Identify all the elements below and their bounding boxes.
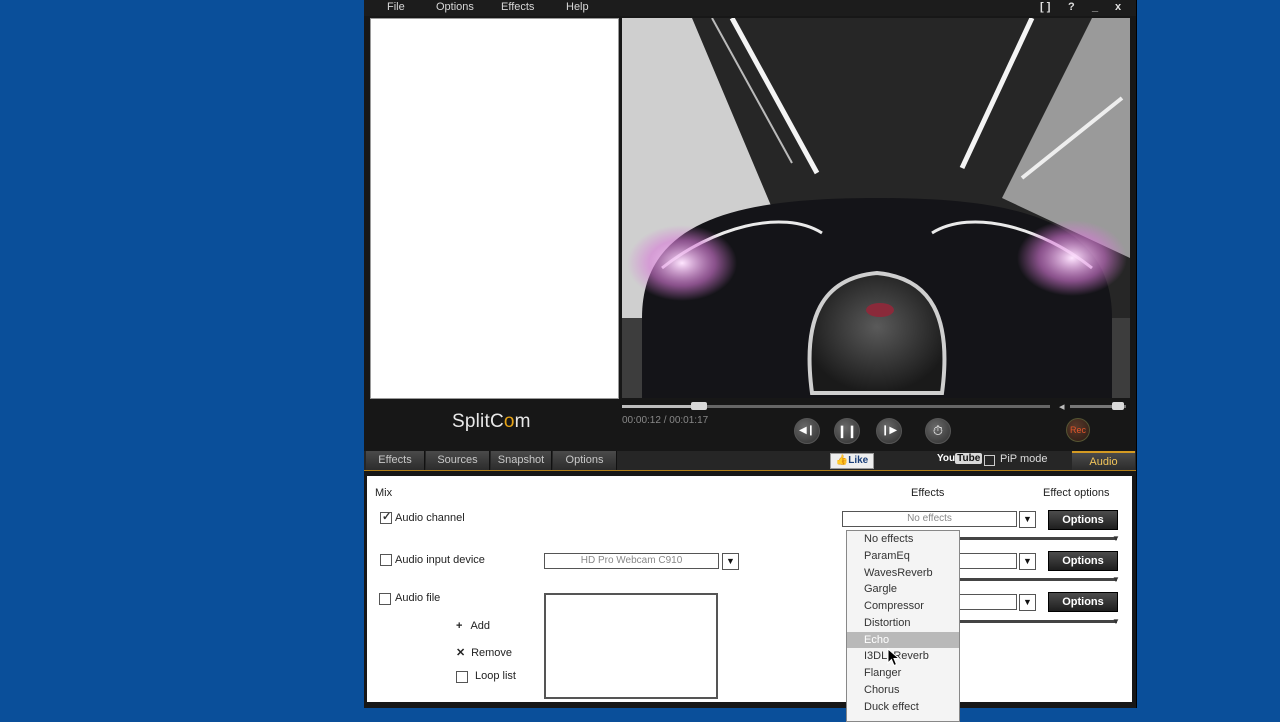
audio-file-checkbox[interactable] <box>379 593 391 605</box>
tab-sources[interactable]: Sources <box>426 451 490 470</box>
minimize-button[interactable]: _ <box>1092 1 1098 13</box>
seek-fill <box>622 405 700 408</box>
dropdown-option[interactable]: Distortion <box>847 615 959 632</box>
menu-effects[interactable]: Effects <box>501 1 534 13</box>
audio-file-label: Audio file <box>395 592 441 604</box>
remove-label: Remove <box>471 647 513 659</box>
record-button[interactable]: Rec <box>1066 418 1090 442</box>
like-label: Like <box>848 455 869 466</box>
loop-list-checkbox[interactable] <box>456 671 468 683</box>
audio-input-options-button[interactable]: Options <box>1048 551 1118 571</box>
volume-handle[interactable] <box>1111 402 1124 410</box>
audio-file-options-button[interactable]: Options <box>1048 592 1118 612</box>
logo-text-c: C <box>489 411 504 432</box>
sources-preview-panel <box>370 18 619 399</box>
audio-channel-checkbox[interactable] <box>380 510 392 524</box>
audio-input-device-checkbox[interactable] <box>380 554 392 566</box>
youtube-you: You <box>937 453 956 464</box>
effects-header: Effects <box>911 487 945 499</box>
snapshot-timer-icon[interactable]: ⏱ <box>925 418 951 444</box>
previous-frame-button[interactable]: ◀❙ <box>794 418 820 444</box>
dropdown-option[interactable]: Flanger <box>847 665 959 682</box>
splitcam-logo: SplitCom <box>452 411 531 433</box>
chevron-down-icon[interactable]: ▼ <box>1019 511 1036 528</box>
seek-bar[interactable] <box>622 402 1050 410</box>
menu-help[interactable]: Help <box>566 1 589 13</box>
splitcam-window: File Options Effects Help [ ] ? _ x Spli… <box>364 0 1137 722</box>
tab-effects[interactable]: Effects <box>366 451 425 470</box>
bottom-tab-bar: Effects Sources Snapshot Options 👍Like Y… <box>364 451 1136 471</box>
remove-button[interactable]: ✕ Remove <box>456 646 512 659</box>
pip-mode-checkbox[interactable] <box>984 455 995 466</box>
separator <box>957 578 1117 581</box>
plus-icon: + <box>456 620 463 632</box>
fullscreen-button[interactable]: [ ] <box>1040 1 1050 13</box>
chevron-down-icon[interactable]: ▼ <box>1019 553 1036 570</box>
tab-options[interactable]: Options <box>553 451 617 470</box>
menu-bar: File Options Effects Help [ ] ? _ x <box>364 0 1136 16</box>
separator <box>957 537 1117 540</box>
collapse-icon: ▼ <box>1112 534 1120 543</box>
mouse-cursor-icon <box>887 648 901 667</box>
separator <box>957 620 1117 623</box>
audio-input-device-label: Audio input device <box>395 554 485 566</box>
pause-button[interactable]: ❙❙ <box>834 418 860 444</box>
audio-channel-effect-select[interactable]: No effects <box>842 511 1017 527</box>
dropdown-option[interactable]: I3DL2Reverb <box>847 648 959 665</box>
dropdown-option-selected[interactable]: Echo <box>847 631 959 649</box>
seek-handle[interactable] <box>691 402 708 410</box>
audio-input-device-select[interactable]: HD Pro Webcam C910 <box>544 553 719 569</box>
logo-text-split: Split <box>452 411 490 432</box>
chevron-down-icon[interactable]: ▼ <box>1019 594 1036 611</box>
audio-mix-panel: Mix Effects Effect options Audio channel… <box>367 476 1132 722</box>
close-icon: ✕ <box>456 647 466 659</box>
next-frame-button[interactable]: ❙▶ <box>876 418 902 444</box>
tab-audio[interactable]: Audio <box>1072 451 1135 470</box>
timecode: 00:00:12 / 00:01:17 <box>622 415 709 426</box>
add-label: Add <box>470 620 491 632</box>
add-button[interactable]: + Add <box>456 620 490 632</box>
help-button[interactable]: ? <box>1068 1 1075 13</box>
dropdown-option[interactable]: No effects <box>847 531 959 548</box>
collapse-icon: ▼ <box>1112 575 1120 584</box>
video-preview <box>622 18 1130 398</box>
logo-text-m: m <box>514 411 531 432</box>
like-button[interactable]: 👍Like <box>830 453 874 469</box>
youtube-tube: Tube <box>955 453 983 464</box>
volume-icon[interactable]: ◂ <box>1059 400 1065 413</box>
audio-channel-options-button[interactable]: Options <box>1048 510 1118 530</box>
effects-dropdown-list[interactable]: No effects ParamEq WavesReverb Gargle Co… <box>846 530 960 722</box>
audio-input-effect-select[interactable] <box>957 553 1017 569</box>
youtube-button[interactable]: You Tube <box>937 453 983 464</box>
dropdown-option[interactable]: ParamEq <box>847 548 959 565</box>
menu-options[interactable]: Options <box>436 1 474 13</box>
tab-snapshot[interactable]: Snapshot <box>491 451 552 470</box>
chevron-down-icon[interactable]: ▼ <box>722 553 739 570</box>
dropdown-option[interactable]: Chorus <box>847 682 959 699</box>
dropdown-option[interactable]: Duck effect <box>847 699 959 716</box>
collapse-icon: ▼ <box>1112 617 1120 626</box>
dropdown-option[interactable]: Compressor <box>847 598 959 615</box>
close-button[interactable]: x <box>1115 1 1121 13</box>
audio-channel-label: Audio channel <box>395 512 465 524</box>
menu-file[interactable]: File <box>387 1 405 13</box>
dropdown-option[interactable]: WavesReverb <box>847 565 959 582</box>
thumbs-up-icon: 👍 <box>835 455 849 466</box>
pip-mode-label: PiP mode <box>1000 453 1048 465</box>
dropdown-option[interactable]: Gargle <box>847 581 959 598</box>
audio-file-list[interactable] <box>544 593 718 699</box>
audio-file-effect-select[interactable] <box>957 594 1017 610</box>
logo-sun-o: o <box>503 411 515 432</box>
video-frame <box>622 18 1130 398</box>
effect-options-header: Effect options <box>1043 487 1110 499</box>
mix-label: Mix <box>375 487 393 499</box>
loop-list-label: Loop list <box>475 670 516 682</box>
